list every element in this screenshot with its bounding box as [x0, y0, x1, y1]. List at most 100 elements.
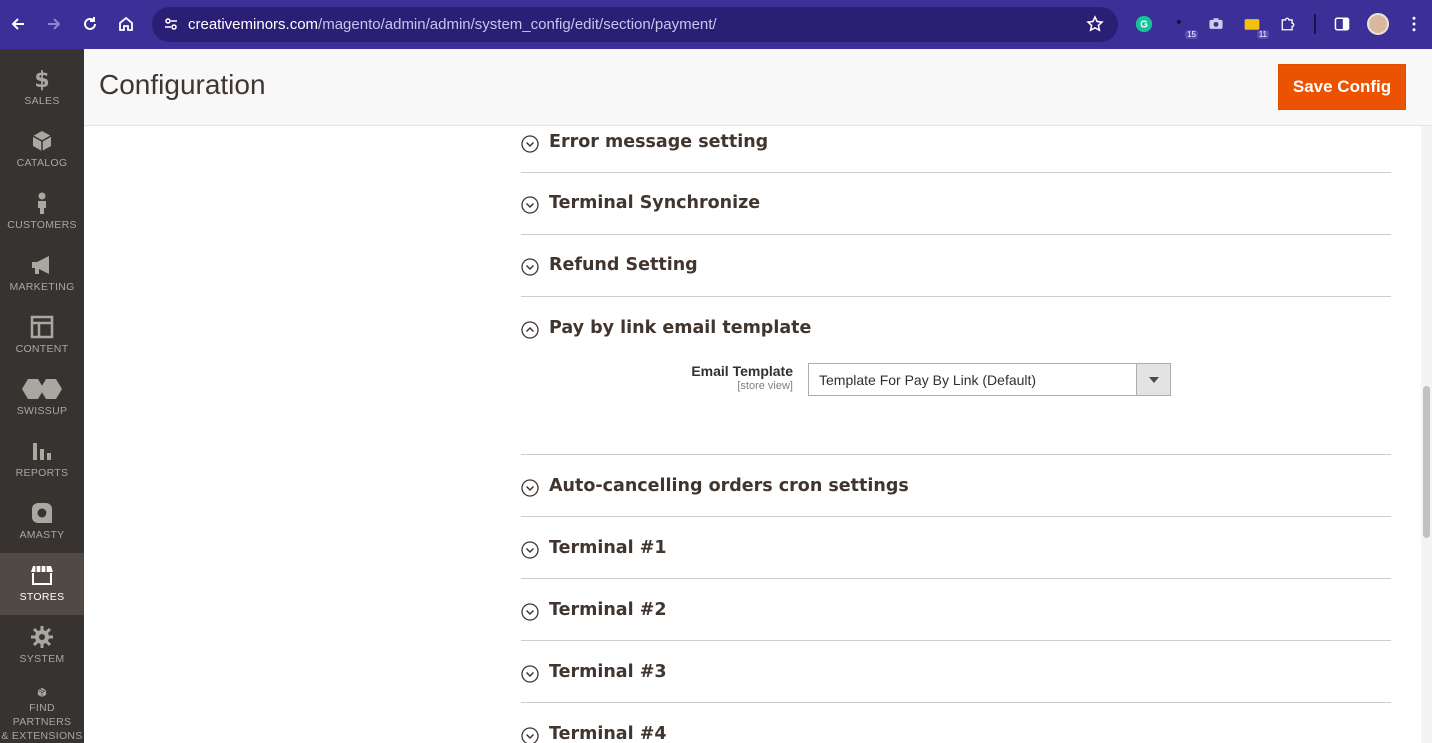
section-auto-cancelling-orders[interactable]: Auto-cancelling orders cron settings — [521, 455, 1391, 517]
folder-badge-count: 11 — [1256, 30, 1269, 39]
nav-item-swissup[interactable]: SWISSUP — [0, 367, 84, 429]
section-title: Terminal Synchronize — [549, 193, 761, 213]
chevron-up-icon — [521, 321, 539, 339]
page-header: Configuration Save Config — [84, 49, 1432, 126]
nav-label-sales: SALES — [24, 95, 60, 107]
nav-label-catalog: CATALOG — [16, 157, 68, 169]
save-config-button[interactable]: Save Config — [1278, 64, 1406, 110]
nav-label-system: SYSTEM — [19, 653, 65, 665]
url-host: creativeminors.com — [188, 16, 319, 33]
nav-item-catalog[interactable]: CATALOG — [0, 119, 84, 181]
browser-toolbar: creativeminors.com/magento/admin/admin/s… — [0, 0, 1432, 49]
section-terminal-1[interactable]: Terminal #1 — [521, 517, 1391, 579]
arrow-right-icon — [48, 18, 61, 30]
chevron-down-icon — [521, 727, 539, 743]
nav-label-amasty: AMASTY — [19, 529, 65, 541]
nav-label-reports: REPORTS — [15, 467, 69, 479]
svg-text:G: G — [1140, 20, 1148, 31]
section-terminal-2[interactable]: Terminal #2 — [521, 579, 1391, 641]
home-button[interactable] — [108, 6, 144, 42]
page-title: Configuration — [99, 69, 266, 100]
nav-item-reports[interactable]: REPORTS — [0, 429, 84, 491]
nav-label-customers: CUSTOMERS — [7, 219, 77, 231]
grammarly-icon[interactable]: G — [1133, 13, 1155, 35]
nav-item-amasty[interactable]: AMASTY — [0, 491, 84, 553]
caret-down-icon — [1148, 376, 1159, 383]
select-arrow[interactable] — [1136, 364, 1170, 395]
bookmark-star-icon[interactable] — [1086, 15, 1104, 33]
chevron-down-icon — [521, 196, 539, 214]
toolbar-divider — [1314, 14, 1316, 34]
box-icon — [32, 131, 52, 151]
page-scrollbar[interactable] — [1421, 126, 1432, 743]
section-title: Refund Setting — [549, 255, 698, 275]
config-sections: Error message setting Terminal Synchroni… — [521, 126, 1391, 743]
layout-icon — [30, 315, 54, 339]
section-terminal-3[interactable]: Terminal #3 — [521, 641, 1391, 703]
chevron-down-icon — [521, 479, 539, 497]
scope-label: [store view] — [737, 380, 793, 392]
home-icon — [119, 16, 133, 31]
nav-item-customers[interactable]: CUSTOMERS — [0, 181, 84, 243]
section-title: Error message setting — [549, 132, 769, 152]
folder-icon[interactable]: 11 — [1241, 13, 1269, 39]
email-template-select[interactable]: Template For Pay By Link (Default) — [808, 363, 1171, 396]
url-path: /magento/admin/admin/system_config/edit/… — [318, 16, 717, 33]
nav-item-system[interactable]: SYSTEM — [0, 615, 84, 677]
site-settings-icon[interactable] — [163, 16, 179, 32]
browser-menu-icon[interactable] — [1403, 13, 1425, 35]
nav-item-sales[interactable]: $ SALES — [0, 57, 84, 119]
section-terminal-synchronize[interactable]: Terminal Synchronize — [521, 173, 1391, 235]
section-title: Terminal #2 — [549, 600, 667, 620]
section-error-message-setting[interactable]: Error message setting — [521, 126, 1391, 173]
nav-label-find-partners: FIND PARTNERS — [12, 702, 72, 728]
partners-box-icon — [37, 687, 47, 698]
megaphone-icon — [32, 256, 49, 274]
nav-item-marketing[interactable]: MARKETING — [0, 243, 84, 305]
nav-label-swissup: SWISSUP — [16, 405, 68, 417]
svg-text:$: $ — [34, 68, 49, 91]
person-icon — [38, 192, 46, 214]
email-template-row: Email Template [store view] Template For… — [521, 359, 1391, 399]
extension-badge-count: 15 — [1185, 30, 1198, 39]
email-template-label-group: Email Template [store view] — [691, 363, 793, 392]
scrollbar-thumb[interactable] — [1423, 386, 1430, 538]
admin-sidebar: $ SALES CATALOG CUSTOMERS MARKETING CONT… — [0, 49, 84, 743]
swissup-icon — [22, 379, 62, 399]
nav-item-stores[interactable]: STORES — [0, 553, 84, 615]
camera-icon[interactable] — [1205, 13, 1227, 35]
arrow-left-icon — [11, 18, 24, 30]
section-title: Terminal #3 — [549, 662, 667, 682]
forward-button[interactable] — [36, 6, 72, 42]
side-panel-icon[interactable] — [1331, 13, 1353, 35]
section-title: Terminal #1 — [549, 538, 667, 558]
address-bar[interactable]: creativeminors.com/magento/admin/admin/s… — [152, 7, 1118, 42]
section-title: Auto-cancelling orders cron settings — [549, 476, 909, 496]
nav-item-content[interactable]: CONTENT — [0, 305, 84, 367]
reload-button[interactable] — [72, 6, 108, 42]
store-icon — [31, 566, 53, 585]
reload-icon — [84, 17, 96, 30]
back-button[interactable] — [0, 6, 36, 42]
section-terminal-4[interactable]: Terminal #4 — [521, 703, 1391, 743]
email-template-label: Email Template — [691, 363, 793, 379]
puzzle-icon[interactable] — [1277, 13, 1299, 35]
amasty-icon — [32, 503, 52, 523]
section-refund-setting[interactable]: Refund Setting — [521, 235, 1391, 297]
nav-item-find-partners[interactable]: FIND PARTNERS & EXTENSIONS — [0, 677, 84, 743]
chevron-down-icon — [521, 258, 539, 276]
section-pay-by-link-email-template[interactable]: Pay by link email template Email Templat… — [521, 297, 1391, 455]
profile-avatar[interactable] — [1367, 13, 1389, 35]
nav-label-stores: STORES — [19, 591, 65, 603]
extension-badge-icon[interactable]: 15 — [1170, 13, 1198, 39]
bar-chart-icon — [33, 443, 51, 460]
nav-label-marketing: MARKETING — [9, 281, 75, 293]
chevron-down-icon — [521, 603, 539, 621]
section-title: Terminal #4 — [549, 724, 667, 743]
section-title: Pay by link email template — [549, 318, 812, 338]
nav-label-extensions: & EXTENSIONS — [1, 730, 83, 742]
url-text: creativeminors.com/magento/admin/admin/s… — [188, 16, 717, 33]
chevron-down-icon — [521, 665, 539, 683]
chevron-down-icon — [521, 541, 539, 559]
dollar-icon: $ — [34, 68, 49, 91]
